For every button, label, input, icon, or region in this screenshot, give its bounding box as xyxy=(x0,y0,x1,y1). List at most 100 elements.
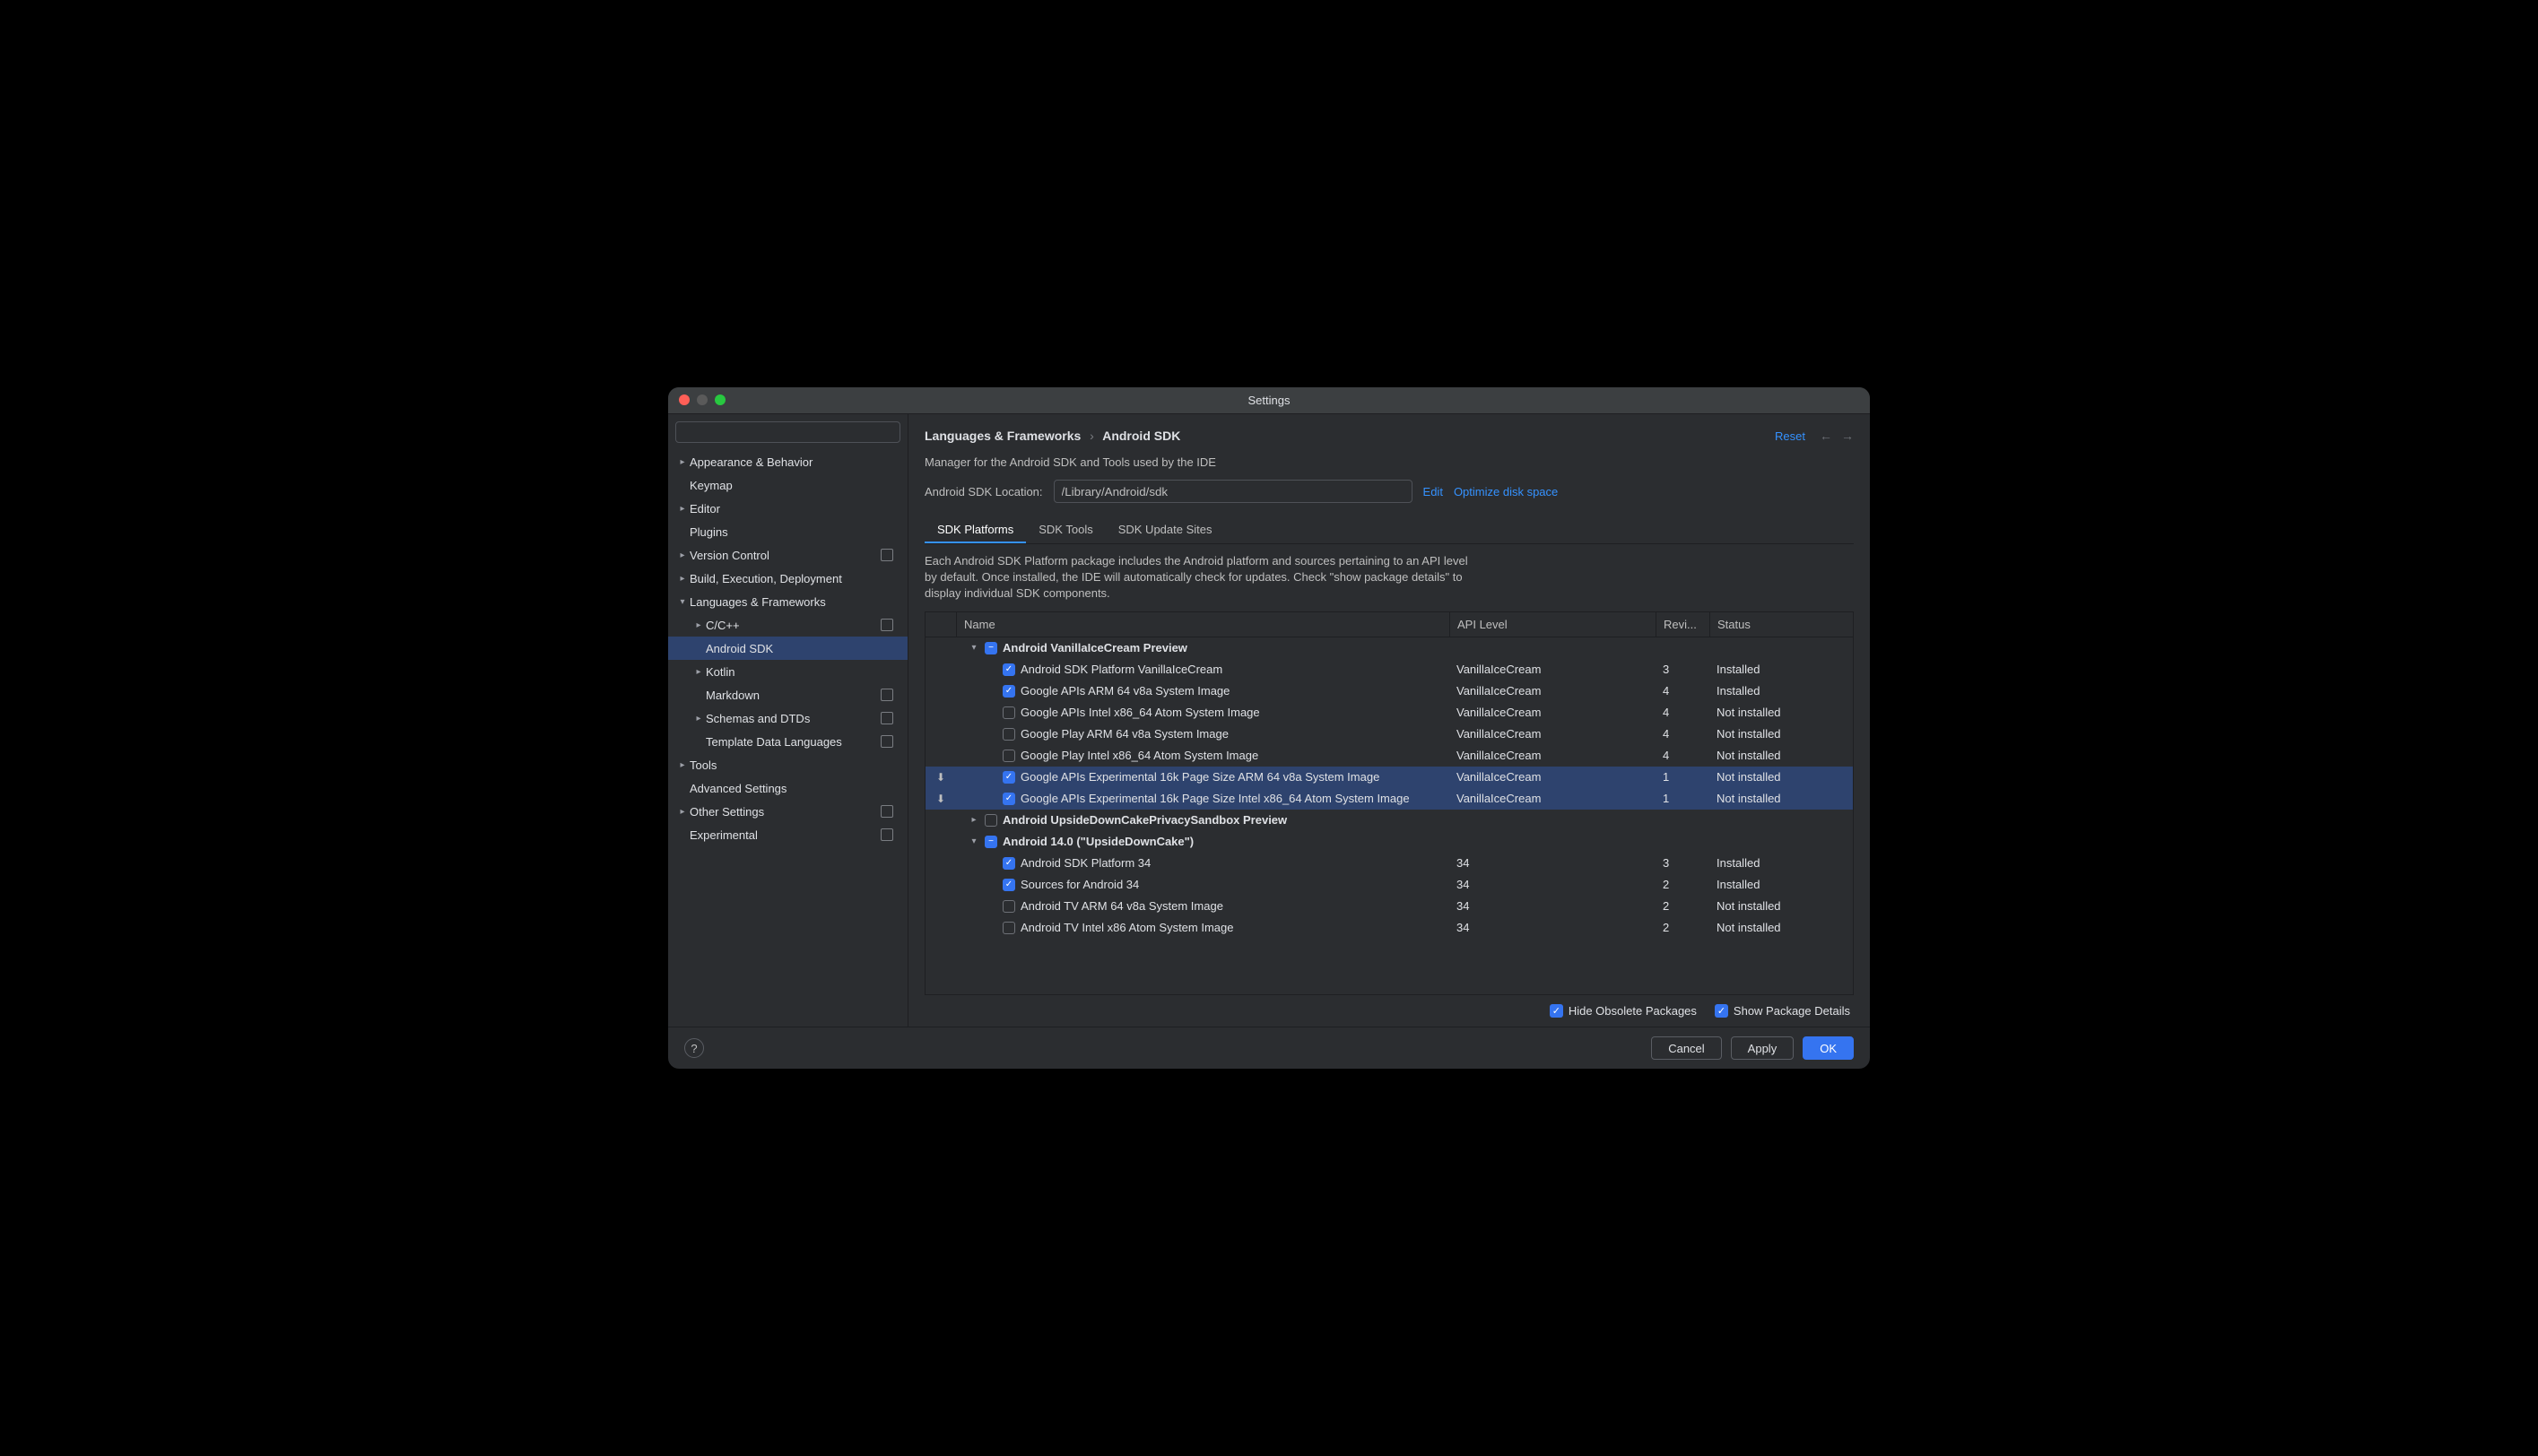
sidebar-item[interactable]: Android SDK xyxy=(668,637,908,660)
help-button[interactable]: ? xyxy=(684,1038,704,1058)
col-name[interactable]: Name xyxy=(956,612,1449,637)
cell-status: Not installed xyxy=(1709,792,1853,805)
sidebar-item[interactable]: ▸Kotlin xyxy=(668,660,908,683)
hide-obsolete-checkbox[interactable]: ✓ Hide Obsolete Packages xyxy=(1550,1004,1697,1018)
project-scope-icon xyxy=(881,689,893,701)
tab-bar: SDK PlatformsSDK ToolsSDK Update Sites xyxy=(925,517,1854,544)
tab[interactable]: SDK Tools xyxy=(1026,517,1105,543)
table-row[interactable]: ✓Android SDK Platform VanillaIceCreamVan… xyxy=(926,659,1853,680)
cell-rev: 4 xyxy=(1656,706,1709,719)
close-icon[interactable] xyxy=(679,394,690,405)
cell-api: 34 xyxy=(1449,856,1656,870)
chevron-right-icon: ▸ xyxy=(675,807,690,817)
checkbox[interactable]: ✓ xyxy=(1003,879,1015,891)
cell-rev: 2 xyxy=(1656,899,1709,913)
checkbox[interactable] xyxy=(1003,900,1015,913)
cell-api: VanillaIceCream xyxy=(1449,770,1656,784)
table-row[interactable]: ⬇✓Google APIs Experimental 16k Page Size… xyxy=(926,767,1853,788)
sidebar-item-label: Build, Execution, Deployment xyxy=(690,572,900,585)
sidebar-item[interactable]: Experimental xyxy=(668,823,908,846)
sidebar-item-label: Template Data Languages xyxy=(706,735,881,749)
sidebar-item[interactable]: ▸Tools xyxy=(668,753,908,776)
cell-api: 34 xyxy=(1449,921,1656,934)
checkbox[interactable]: − xyxy=(985,836,997,848)
search-input[interactable] xyxy=(675,421,900,443)
col-status[interactable]: Status xyxy=(1709,612,1853,637)
checkbox[interactable]: − xyxy=(985,642,997,654)
table-row[interactable]: ✓Android SDK Platform 34343Installed xyxy=(926,853,1853,874)
sdk-location-input[interactable] xyxy=(1054,480,1412,503)
nav-forward-icon[interactable]: → xyxy=(1841,429,1854,443)
chevron-right-icon: › xyxy=(1090,429,1094,443)
reset-link[interactable]: Reset xyxy=(1775,429,1805,443)
col-api[interactable]: API Level xyxy=(1449,612,1656,637)
nav-back-icon[interactable]: ← xyxy=(1820,429,1832,443)
table-body[interactable]: ▾−Android VanillaIceCream Preview✓Androi… xyxy=(926,637,1853,994)
sidebar-item[interactable]: Template Data Languages xyxy=(668,730,908,753)
chevron-right-icon: ▸ xyxy=(675,504,690,514)
sidebar-item-label: Markdown xyxy=(706,689,881,702)
tab[interactable]: SDK Update Sites xyxy=(1106,517,1225,543)
checkbox[interactable]: ✓ xyxy=(1003,685,1015,698)
checkbox[interactable] xyxy=(1003,750,1015,762)
checkbox[interactable]: ✓ xyxy=(1003,793,1015,805)
checkbox[interactable] xyxy=(1003,728,1015,741)
sidebar-item[interactable]: ▸C/C++ xyxy=(668,613,908,637)
sidebar-item[interactable]: ▸Schemas and DTDs xyxy=(668,706,908,730)
checkbox[interactable] xyxy=(985,814,997,827)
show-details-checkbox[interactable]: ✓ Show Package Details xyxy=(1715,1004,1850,1018)
tab[interactable]: SDK Platforms xyxy=(925,517,1026,543)
row-label: Android TV ARM 64 v8a System Image xyxy=(1021,899,1223,913)
table-group-row[interactable]: ▾−Android VanillaIceCream Preview xyxy=(926,637,1853,659)
table-row[interactable]: Google APIs Intel x86_64 Atom System Ima… xyxy=(926,702,1853,724)
breadcrumb-current: Android SDK xyxy=(1102,429,1180,443)
col-rev[interactable]: Revi... xyxy=(1656,612,1709,637)
chevron-right-icon: ▸ xyxy=(691,620,706,630)
apply-button[interactable]: Apply xyxy=(1731,1036,1795,1060)
sidebar-item[interactable]: ▸Other Settings xyxy=(668,800,908,823)
table-row[interactable]: ⬇✓Google APIs Experimental 16k Page Size… xyxy=(926,788,1853,810)
checkbox[interactable]: ✓ xyxy=(1003,771,1015,784)
sidebar-item[interactable]: ▾Languages & Frameworks xyxy=(668,590,908,613)
table-row[interactable]: ✓Sources for Android 34342Installed xyxy=(926,874,1853,896)
download-icon: ⬇ xyxy=(936,793,945,805)
table-group-row[interactable]: ▾−Android 14.0 ("UpsideDownCake") xyxy=(926,831,1853,853)
table-group-row[interactable]: ▸Android UpsideDownCakePrivacySandbox Pr… xyxy=(926,810,1853,831)
row-label: Google APIs ARM 64 v8a System Image xyxy=(1021,684,1230,698)
sidebar-item[interactable]: ▸Build, Execution, Deployment xyxy=(668,567,908,590)
sidebar-item[interactable]: Plugins xyxy=(668,520,908,543)
table-row[interactable]: Google Play ARM 64 v8a System ImageVanil… xyxy=(926,724,1853,745)
cell-api: 34 xyxy=(1449,878,1656,891)
sidebar-item-label: Version Control xyxy=(690,549,881,562)
sidebar-item[interactable]: Keymap xyxy=(668,473,908,497)
sidebar-item[interactable]: ▸Appearance & Behavior xyxy=(668,450,908,473)
edit-location-link[interactable]: Edit xyxy=(1423,485,1443,498)
sidebar-item[interactable]: Markdown xyxy=(668,683,908,706)
row-label: Android 14.0 ("UpsideDownCake") xyxy=(1003,835,1194,848)
checkbox[interactable] xyxy=(1003,922,1015,934)
cell-status: Not installed xyxy=(1709,706,1853,719)
sidebar-item-label: Appearance & Behavior xyxy=(690,455,900,469)
checkbox[interactable]: ✓ xyxy=(1003,857,1015,870)
chevron-right-icon: ▸ xyxy=(675,457,690,467)
cancel-button[interactable]: Cancel xyxy=(1651,1036,1721,1060)
sdk-table: Name API Level Revi... Status ▾−Android … xyxy=(925,611,1854,995)
settings-window: Settings ⌕ ▸Appearance & BehaviorKeymap▸… xyxy=(668,387,1870,1069)
sidebar-item[interactable]: ▸Version Control xyxy=(668,543,908,567)
maximize-icon[interactable] xyxy=(715,394,726,405)
cell-rev: 1 xyxy=(1656,792,1709,805)
optimize-link[interactable]: Optimize disk space xyxy=(1454,485,1558,498)
minimize-icon[interactable] xyxy=(697,394,708,405)
cell-status: Not installed xyxy=(1709,749,1853,762)
ok-button[interactable]: OK xyxy=(1803,1036,1854,1060)
chevron-right-icon: ▸ xyxy=(691,667,706,677)
table-row[interactable]: Android TV ARM 64 v8a System Image342Not… xyxy=(926,896,1853,917)
table-row[interactable]: Android TV Intel x86 Atom System Image34… xyxy=(926,917,1853,939)
table-row[interactable]: Google Play Intel x86_64 Atom System Ima… xyxy=(926,745,1853,767)
checkbox[interactable] xyxy=(1003,706,1015,719)
sidebar-item[interactable]: Advanced Settings xyxy=(668,776,908,800)
table-row[interactable]: ✓Google APIs ARM 64 v8a System ImageVani… xyxy=(926,680,1853,702)
breadcrumb-parent[interactable]: Languages & Frameworks xyxy=(925,429,1081,443)
sidebar-item[interactable]: ▸Editor xyxy=(668,497,908,520)
checkbox[interactable]: ✓ xyxy=(1003,663,1015,676)
